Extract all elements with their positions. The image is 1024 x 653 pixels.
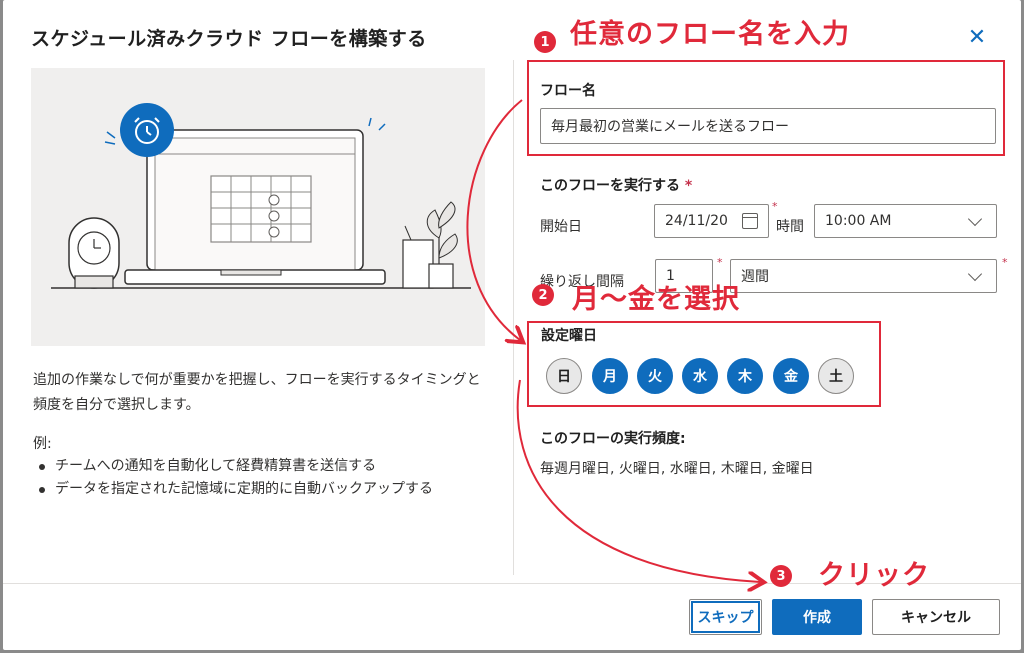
weekday-thursday[interactable]: 木 (727, 358, 763, 394)
start-date-label: 開始日 (540, 219, 582, 235)
required-marker: * (684, 178, 693, 194)
flow-name-input[interactable]: 毎月最初の営業にメールを送るフロー (540, 108, 996, 144)
example-list: チームへの通知を自動化して経費精算書を送信する データを指定された記憶域に定期的… (33, 455, 493, 501)
run-section-text: このフローを実行する (540, 178, 680, 194)
close-icon[interactable]: ✕ (965, 26, 989, 50)
annotation-step1-text: 任意のフロー名を入力 (570, 19, 850, 50)
time-label: 時間 (776, 219, 804, 235)
weekday-monday[interactable]: 月 (592, 358, 628, 394)
panel-divider (513, 60, 514, 575)
illustration (31, 68, 485, 346)
repeat-unit-select[interactable]: 週間 (730, 259, 997, 293)
weekday-sunday[interactable]: 日 (546, 358, 582, 394)
calendar-icon[interactable] (742, 213, 758, 229)
repeat-unit-value: 週間 (741, 269, 769, 285)
time-select[interactable]: 10:00 AM (814, 204, 997, 238)
weekday-wednesday[interactable]: 水 (682, 358, 718, 394)
cancel-button[interactable]: キャンセル (872, 599, 1000, 635)
example-label: 例: (33, 436, 52, 452)
annotation-step2-text: 月〜金を選択 (572, 284, 740, 315)
required-marker: * (717, 256, 723, 269)
flow-name-value: 毎月最初の営業にメールを送るフロー (551, 119, 789, 135)
annotation-badge-2: 2 (532, 284, 554, 306)
weekdays-label: 設定曜日 (541, 328, 597, 344)
frequency-summary: 毎週月曜日, 火曜日, 水曜日, 木曜日, 金曜日 (540, 461, 814, 477)
dialog-description: 追加の作業なしで何が重要かを把握し、フローを実行するタイミングと頻度を自分で選択… (33, 372, 481, 413)
create-button[interactable]: 作成 (772, 599, 862, 635)
annotation-badge-3: 3 (770, 565, 792, 587)
start-date-value: 24/11/20 (665, 213, 728, 229)
required-marker: * (1002, 256, 1008, 269)
time-value: 10:00 AM (825, 213, 892, 229)
start-date-picker[interactable]: 24/11/20 (654, 204, 769, 238)
chevron-down-icon (967, 211, 983, 226)
flow-name-label: フロー名 (540, 83, 596, 99)
list-item: チームへの通知を自動化して経費精算書を送信する (33, 455, 493, 478)
weekday-tuesday[interactable]: 火 (637, 358, 673, 394)
weekday-saturday[interactable]: 土 (818, 358, 854, 394)
skip-button[interactable]: スキップ (689, 599, 762, 635)
frequency-label: このフローの実行頻度: (540, 431, 686, 447)
laptop-illustration (51, 103, 471, 289)
weekday-friday[interactable]: 金 (773, 358, 809, 394)
required-marker: * (772, 200, 778, 213)
dialog-title: スケジュール済みクラウド フローを構築する (31, 28, 427, 50)
chevron-down-icon (967, 266, 983, 281)
annotation-badge-1: 1 (534, 31, 556, 53)
run-section-label: このフローを実行する * (540, 175, 692, 195)
list-item: データを指定された記憶域に定期的に自動バックアップする (33, 478, 493, 501)
annotation-step3-text: クリック (818, 560, 930, 591)
